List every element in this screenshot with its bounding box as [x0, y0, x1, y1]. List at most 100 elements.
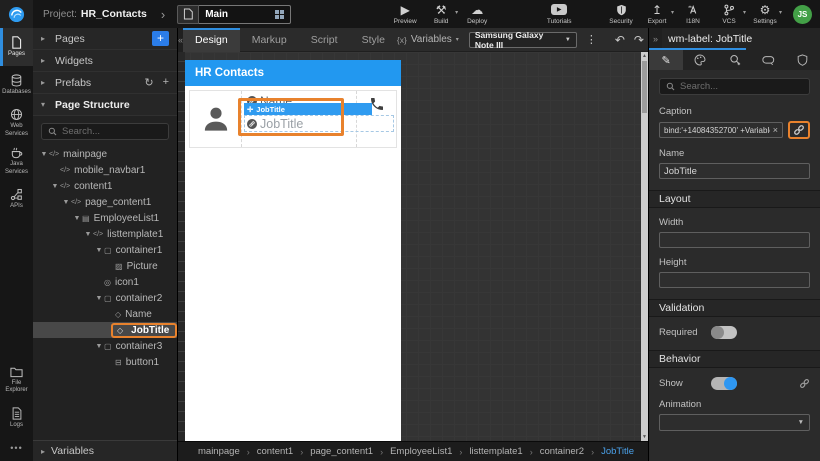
device-selector[interactable]: Samsung Galaxy Note III ▼ [468, 30, 577, 50]
tree-item-content1[interactable]: ▼ </> content1 [33, 178, 177, 194]
add-prefab-button[interactable]: + [163, 76, 169, 89]
tree-item-picture[interactable]: ▨ Picture [33, 258, 177, 274]
tree-item-employeelist1[interactable]: ▼ ▤ EmployeeList1 [33, 210, 177, 226]
tab-styles[interactable] [683, 50, 717, 70]
rail-item-java-services[interactable]: Java Services [0, 142, 33, 180]
tab-advanced-search[interactable] [717, 50, 751, 70]
tab-script[interactable]: Script [299, 28, 350, 52]
required-toggle[interactable] [711, 326, 737, 339]
tree-item-container1[interactable]: ▼ ▢ container1 [33, 242, 177, 258]
tree-item-icon1[interactable]: ◎ icon1 [33, 274, 177, 290]
pages-section-header[interactable]: ▸ Pages + [33, 28, 177, 50]
page-selector[interactable]: Main [177, 4, 292, 24]
label-tag-icon: ◇ [115, 309, 122, 319]
user-avatar[interactable]: JS [793, 4, 812, 24]
widgets-section-header[interactable]: ▸ Widgets [33, 50, 177, 72]
tab-style[interactable]: Style [350, 28, 397, 52]
breadcrumb-item[interactable]: listtemplate1 [469, 446, 522, 457]
validation-section-header: Validation [649, 299, 820, 317]
tree-item-container2[interactable]: ▼ ▢ container2 [33, 290, 177, 306]
tree-item-mobile-navbar1[interactable]: </> mobile_navbar1 [33, 162, 177, 178]
tab-design[interactable]: Design [183, 27, 240, 52]
height-input[interactable] [659, 272, 810, 288]
chevron-down-icon[interactable]: ▼ [94, 343, 104, 350]
page-structure-section-header[interactable]: ▾ Page Structure [33, 94, 177, 116]
tree-item-listtemplate1[interactable]: ▼ </> listtemplate1 [33, 226, 177, 242]
tree-item-page-content1[interactable]: ▼ </> page_content1 [33, 194, 177, 210]
width-input[interactable] [659, 232, 810, 248]
tab-security[interactable] [786, 50, 820, 70]
refresh-icon[interactable]: ↻ [144, 76, 153, 89]
show-bind-link-icon[interactable] [799, 378, 810, 389]
breadcrumb-item-active[interactable]: JobTitle [601, 446, 634, 457]
tutorials-button[interactable]: ▶ Tutorials [541, 3, 577, 25]
breadcrumb-item[interactable]: EmployeeList1 [390, 446, 452, 457]
name-input[interactable]: JobTitle [659, 163, 810, 179]
chevron-down-icon[interactable]: ▼ [94, 247, 104, 254]
canvas-scrollbar[interactable]: ▲ ▼ [641, 52, 648, 441]
rail-item-web-services[interactable]: Web Services [0, 104, 33, 142]
rail-item-apis[interactable]: APIs [0, 180, 33, 218]
tree-item-jobtitle-selected[interactable]: ◇ JobTitle [33, 322, 177, 338]
vcs-button[interactable]: ▾ VCS [711, 3, 747, 25]
preview-button[interactable]: ▶ Preview [387, 3, 423, 26]
page-structure-search-input[interactable]: Search... [41, 123, 169, 140]
tab-markup[interactable]: Markup [240, 28, 299, 52]
settings-button[interactable]: ⚙ ▾ Settings [747, 3, 783, 26]
chevron-down-icon[interactable]: ▼ [39, 151, 49, 158]
chevron-down-icon[interactable]: ▼ [50, 183, 60, 190]
app-header[interactable]: HR Contacts [185, 60, 401, 86]
rail-item-file-explorer[interactable]: File Explorer [0, 361, 33, 399]
breadcrumb-item[interactable]: mainpage [198, 446, 240, 457]
rail-item-pages[interactable]: Pages [0, 28, 33, 66]
undo-button[interactable]: ↶ [615, 33, 625, 47]
tree-item-mainpage[interactable]: ▼ </> mainpage [33, 146, 177, 162]
tree-item-container3[interactable]: ▼ ▢ container3 [33, 338, 177, 354]
breadcrumb-item[interactable]: container2 [540, 446, 584, 457]
properties-search-input[interactable]: Search... [659, 78, 810, 95]
variables-button[interactable]: {x} Variables ▾ [397, 34, 459, 45]
scrollbar-thumb[interactable] [642, 61, 647, 113]
caption-input[interactable]: bind:'+14084352700' +Variables.HrdbE × [659, 122, 783, 138]
scroll-up-icon[interactable]: ▲ [641, 53, 648, 59]
databases-icon [10, 74, 23, 87]
text-cell[interactable]: Name ✛ JobTitle JobTitle [238, 91, 394, 147]
export-button[interactable]: ↥ ▾ Export [639, 3, 675, 26]
security-button[interactable]: Security [603, 3, 639, 25]
list-item-template[interactable]: Name ✛ JobTitle JobTitle [189, 90, 397, 148]
rail-more-button[interactable]: ••• [0, 437, 33, 461]
tab-events[interactable] [752, 50, 786, 70]
more-options-button[interactable]: ⋮ [586, 34, 597, 45]
bind-link-button[interactable] [793, 124, 805, 136]
chevron-down-icon[interactable]: ▼ [94, 295, 104, 302]
scroll-down-icon[interactable]: ▼ [641, 434, 648, 440]
wavemaker-logo[interactable] [0, 0, 33, 28]
rail-item-databases[interactable]: Databases [0, 66, 33, 104]
tree-item-name[interactable]: ◇ Name [33, 306, 177, 322]
prefabs-section-header[interactable]: ▸ Prefabs ↻ + [33, 72, 177, 94]
deploy-button[interactable]: ☁ Deploy [459, 3, 495, 26]
redo-button[interactable]: ↷ [634, 33, 644, 47]
breadcrumb-item[interactable]: content1 [257, 446, 293, 457]
tree-item-button1[interactable]: ⊟ button1 [33, 354, 177, 370]
chevron-down-icon[interactable]: ▼ [83, 231, 93, 238]
tab-properties[interactable]: ✎ [649, 50, 684, 70]
clear-binding-icon[interactable]: × [773, 125, 778, 135]
breadcrumb-item[interactable]: page_content1 [310, 446, 373, 457]
build-button[interactable]: ⚒ ▾ Build [423, 3, 459, 26]
variables-section-header[interactable]: ▸ Variables [33, 440, 177, 461]
rail-item-logs[interactable]: Logs [0, 399, 33, 437]
picture-cell[interactable] [190, 91, 242, 147]
add-page-button[interactable]: + [152, 31, 169, 46]
device-preview[interactable]: HR Contacts Name ✛ JobTitle JobTitle [185, 60, 401, 441]
page-dropdown[interactable]: Main [199, 4, 292, 24]
animation-select[interactable]: ▼ [659, 414, 810, 431]
chevron-down-icon[interactable]: ▼ [61, 199, 71, 206]
show-toggle[interactable] [711, 377, 737, 390]
chevron-down-icon[interactable]: ▼ [72, 215, 82, 222]
pages-grid-icon[interactable] [275, 9, 285, 19]
design-canvas[interactable]: HR Contacts Name ✛ JobTitle JobTitle ▲ ▼ [178, 52, 648, 441]
collapse-right-panel-button[interactable]: » [649, 28, 662, 50]
name-field-label: Name [659, 148, 685, 159]
i18n-button[interactable]: I18N [675, 3, 711, 25]
